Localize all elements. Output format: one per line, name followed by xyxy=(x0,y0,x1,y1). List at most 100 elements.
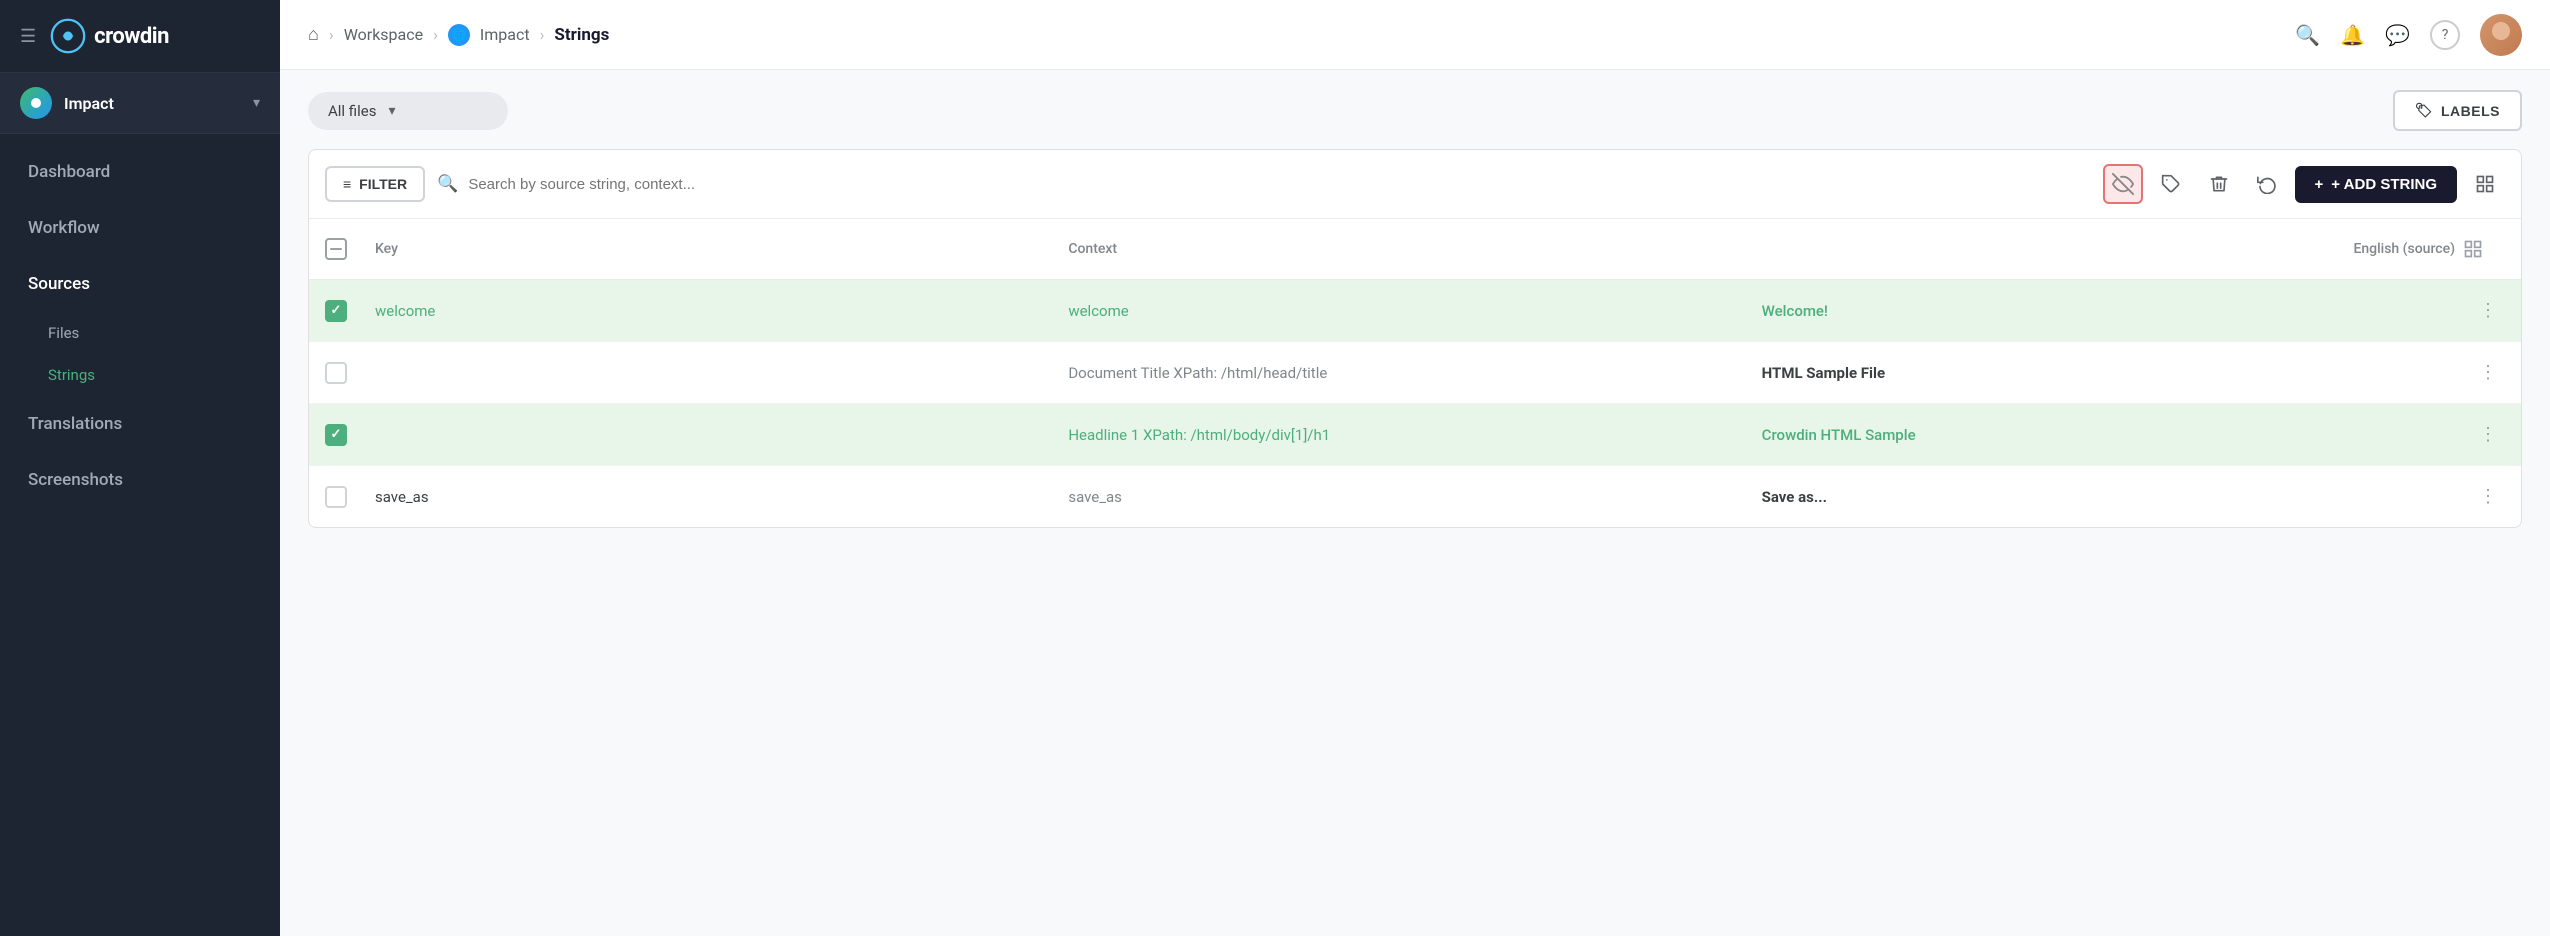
search-input[interactable] xyxy=(468,176,2090,193)
table-view-icon[interactable] xyxy=(2455,231,2491,267)
delete-button[interactable] xyxy=(2199,164,2239,204)
logo: crowdin xyxy=(50,18,169,54)
col-header-key: Key xyxy=(375,241,1068,257)
sidebar-item-strings[interactable]: Strings xyxy=(0,354,280,396)
row-2-actions: ⋮ xyxy=(2455,358,2505,387)
eye-off-icon xyxy=(2112,173,2134,195)
row-3-more-icon[interactable]: ⋮ xyxy=(2471,420,2505,449)
breadcrumb-sep-3: › xyxy=(540,25,545,44)
sidebar-item-workflow[interactable]: Workflow xyxy=(0,200,280,256)
sidebar-header: ☰ crowdin xyxy=(0,0,280,73)
breadcrumb-current: Strings xyxy=(554,25,609,45)
breadcrumb-sep-2: › xyxy=(433,25,438,44)
checkbox-unchecked[interactable] xyxy=(325,486,347,508)
sidebar: ☰ crowdin Impact ▾ Dashboard Workflow So… xyxy=(0,0,280,936)
hide-button[interactable] xyxy=(2103,164,2143,204)
project-name: Impact xyxy=(64,94,253,113)
main-content: ⌂ › Workspace › 🌐 Impact › Strings 🔍 🔔 💬… xyxy=(280,0,2550,936)
filter-button[interactable]: ≡ FILTER xyxy=(325,166,425,202)
sources-sub-nav: Files Strings xyxy=(0,312,280,396)
sidebar-item-dashboard[interactable]: Dashboard xyxy=(0,144,280,200)
filter-table-wrapper: ≡ FILTER 🔍 xyxy=(308,149,2522,528)
logo-text: crowdin xyxy=(94,24,169,49)
row-4-value: Save as... xyxy=(1762,488,2455,506)
files-dropdown-arrow-icon: ▾ xyxy=(388,103,395,119)
checkbox-checked[interactable]: ✓ xyxy=(325,300,347,322)
checkbox-unchecked[interactable] xyxy=(325,362,347,384)
label-tag-icon: 🏷 xyxy=(2415,102,2433,119)
filter-row: ≡ FILTER 🔍 xyxy=(309,150,2521,219)
help-icon[interactable]: ? xyxy=(2430,20,2460,50)
content-toolbar: All files ▾ 🏷 LABELS xyxy=(308,90,2522,131)
table-header: Key Context English (source) xyxy=(309,219,2521,280)
chat-icon[interactable]: 💬 xyxy=(2385,23,2410,47)
minus-checkbox[interactable] xyxy=(325,238,347,260)
topbar: ⌂ › Workspace › 🌐 Impact › Strings 🔍 🔔 💬… xyxy=(280,0,2550,70)
row-1-value: Welcome! xyxy=(1762,302,2455,320)
select-all-checkbox[interactable] xyxy=(325,238,375,260)
project-avatar xyxy=(20,87,52,119)
project-globe-icon: 🌐 xyxy=(448,24,470,46)
row-1-key: welcome xyxy=(375,302,1068,320)
columns-button[interactable] xyxy=(2465,164,2505,204)
grid-icon xyxy=(2463,239,2483,259)
row-3-context: Headline 1 XPath: /html/body/div[1]/h1 xyxy=(1068,426,1761,444)
search-icon-small: 🔍 xyxy=(437,174,458,194)
hamburger-icon[interactable]: ☰ xyxy=(20,26,36,47)
table-row: save_as save_as Save as... ⋮ xyxy=(309,466,2521,527)
breadcrumb: ⌂ › Workspace › 🌐 Impact › Strings xyxy=(308,24,2295,46)
breadcrumb-project[interactable]: Impact xyxy=(480,25,530,44)
tag-icon xyxy=(2161,174,2181,194)
row-1-more-icon[interactable]: ⋮ xyxy=(2471,296,2505,325)
add-string-button[interactable]: + + ADD STRING xyxy=(2295,166,2457,203)
row-3-checkbox[interactable]: ✓ xyxy=(325,424,375,446)
minus-line xyxy=(330,248,342,250)
chevron-down-icon: ▾ xyxy=(253,95,260,111)
row-3-actions: ⋮ xyxy=(2455,420,2505,449)
filter-lines-icon: ≡ xyxy=(343,176,351,192)
labels-button[interactable]: 🏷 LABELS xyxy=(2393,90,2522,131)
col-header-english: English (source) xyxy=(1762,241,2455,257)
logo-icon xyxy=(50,18,86,54)
breadcrumb-workspace[interactable]: Workspace xyxy=(344,25,423,44)
project-selector[interactable]: Impact ▾ xyxy=(0,73,280,134)
row-1-context: welcome xyxy=(1068,302,1761,320)
row-2-checkbox[interactable] xyxy=(325,362,375,384)
refresh-button[interactable] xyxy=(2247,164,2287,204)
table-row: ✓ welcome welcome Welcome! ⋮ xyxy=(309,280,2521,342)
home-icon[interactable]: ⌂ xyxy=(308,24,319,45)
avatar[interactable] xyxy=(2480,14,2522,56)
search-container: 🔍 xyxy=(437,174,2090,194)
search-icon[interactable]: 🔍 xyxy=(2295,23,2320,47)
sidebar-item-sources[interactable]: Sources xyxy=(0,256,280,312)
table-row: ✓ Headline 1 XPath: /html/body/div[1]/h1… xyxy=(309,404,2521,466)
files-dropdown[interactable]: All files ▾ xyxy=(308,92,508,130)
table-row: Document Title XPath: /html/head/title H… xyxy=(309,342,2521,404)
tag-button[interactable] xyxy=(2151,164,2191,204)
row-2-context: Document Title XPath: /html/head/title xyxy=(1068,364,1761,382)
checkbox-checked[interactable]: ✓ xyxy=(325,424,347,446)
row-4-actions: ⋮ xyxy=(2455,482,2505,511)
table-columns-icon xyxy=(2475,174,2495,194)
bell-icon[interactable]: 🔔 xyxy=(2340,23,2365,47)
avatar-image xyxy=(2480,14,2522,56)
content-area: All files ▾ 🏷 LABELS ≡ FILTER 🔍 xyxy=(280,70,2550,936)
row-1-checkbox[interactable]: ✓ xyxy=(325,300,375,322)
files-dropdown-label: All files xyxy=(328,102,376,120)
row-2-more-icon[interactable]: ⋮ xyxy=(2471,358,2505,387)
add-string-label: + ADD STRING xyxy=(2331,176,2437,193)
sidebar-item-screenshots[interactable]: Screenshots xyxy=(0,452,280,508)
row-4-context: save_as xyxy=(1068,488,1761,506)
row-2-value: HTML Sample File xyxy=(1762,364,2455,382)
trash-icon xyxy=(2209,174,2229,194)
row-1-actions: ⋮ xyxy=(2455,296,2505,325)
check-mark-icon: ✓ xyxy=(331,427,342,442)
row-4-more-icon[interactable]: ⋮ xyxy=(2471,482,2505,511)
toolbar-actions: + + ADD STRING xyxy=(2103,164,2505,204)
sidebar-nav: Dashboard Workflow Sources Files Strings… xyxy=(0,134,280,936)
row-4-checkbox[interactable] xyxy=(325,486,375,508)
row-3-value: Crowdin HTML Sample xyxy=(1762,426,2455,444)
sidebar-item-files[interactable]: Files xyxy=(0,312,280,354)
check-mark-icon: ✓ xyxy=(331,303,342,318)
sidebar-item-translations[interactable]: Translations xyxy=(0,396,280,452)
